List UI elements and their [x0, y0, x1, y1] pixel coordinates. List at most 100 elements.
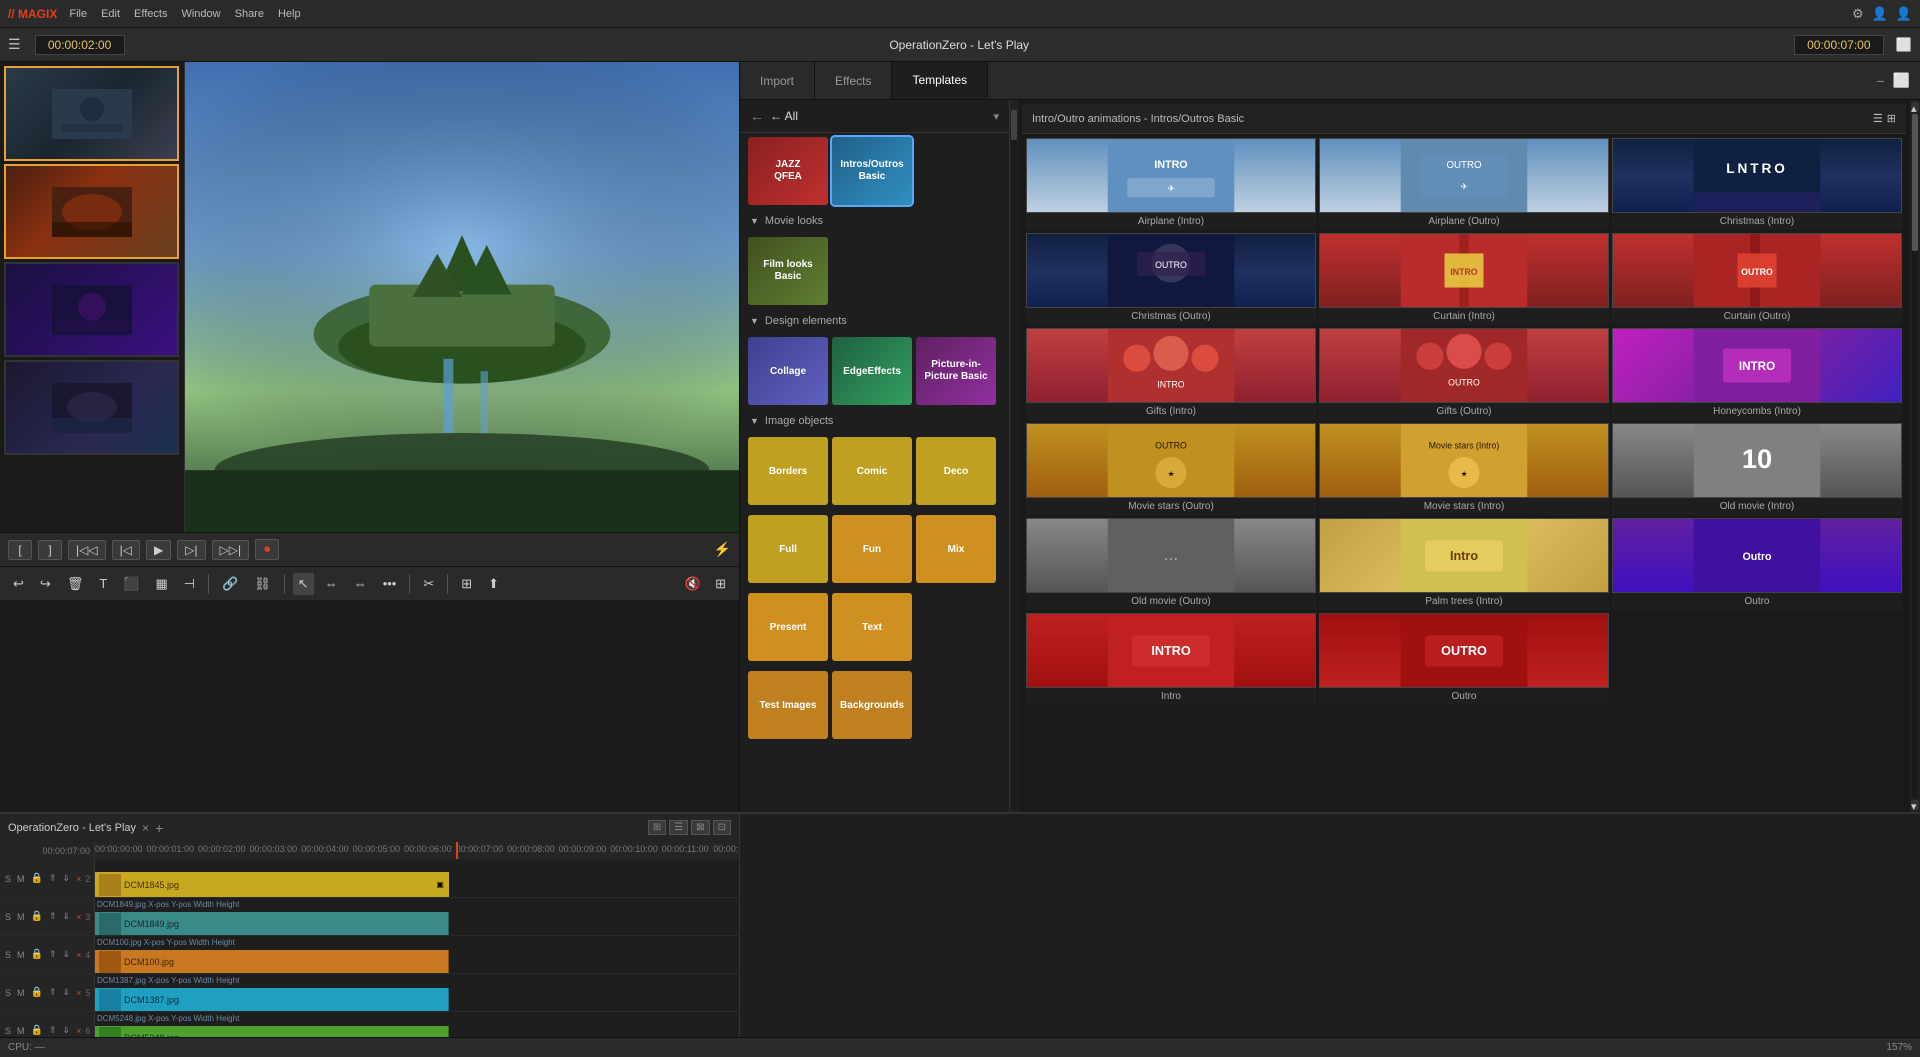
menu-edit[interactable]: Edit — [101, 8, 120, 20]
track-3-m-btn[interactable]: M — [15, 949, 27, 961]
tl-view-btn-2[interactable]: ☰ — [669, 820, 688, 835]
templates-scrollbar[interactable]: ▴ ▾ — [1910, 100, 1920, 812]
tl-view-btn-1[interactable]: ⊞ — [648, 820, 666, 835]
menu-window[interactable]: Window — [181, 8, 220, 20]
tool-split[interactable]: ⬛ — [118, 573, 144, 595]
tool-mute[interactable]: 🔇 — [680, 573, 706, 595]
thumb-4[interactable] — [4, 360, 179, 455]
minimize-btn[interactable]: ⚙ — [1852, 6, 1864, 22]
btn-bracket-open[interactable]: [ — [8, 540, 32, 560]
timecode-right[interactable]: 00:00:07:00 — [1794, 35, 1884, 55]
btn-prev-mark[interactable]: |◁ — [112, 540, 140, 560]
tool-redo[interactable]: ↪ — [35, 573, 56, 595]
account-icon[interactable]: 👤 — [1896, 6, 1912, 22]
lightning-btn[interactable]: ⚡ — [714, 541, 731, 558]
thumb-2[interactable] — [4, 164, 179, 259]
track-2-down-btn[interactable]: ⇓ — [61, 910, 73, 923]
timeline-close-btn[interactable]: × — [142, 821, 149, 835]
template-purple-outro[interactable]: Outro Outro — [1612, 518, 1902, 610]
track-3-down-btn[interactable]: ⇓ — [61, 948, 73, 961]
track-2-up-btn[interactable]: ⇑ — [47, 910, 59, 923]
track-1-lock-icon[interactable]: 🔒 — [29, 872, 45, 885]
tl-view-btn-3[interactable]: ⊠ — [691, 820, 709, 835]
tool-select[interactable]: ↖ — [293, 573, 314, 595]
tool-move[interactable]: ⇔ — [320, 573, 343, 594]
track-3-clip[interactable]: DCM100.jpg — [95, 950, 449, 973]
tab-effects[interactable]: Effects — [815, 62, 892, 99]
track-5-m-btn[interactable]: M — [15, 1025, 27, 1037]
thumb-1[interactable] — [4, 66, 179, 161]
tool-group[interactable]: ▦ — [150, 573, 172, 595]
panel-min-btn[interactable]: − — [1874, 71, 1886, 91]
track-1-s-btn[interactable]: S — [3, 873, 13, 885]
tab-import[interactable]: Import — [740, 62, 815, 99]
track-1-down-btn[interactable]: ⇓ — [61, 872, 73, 885]
template-palmtrees-intro[interactable]: Intro Palm trees (Intro) — [1319, 518, 1609, 610]
grid-tile-view[interactable]: ⊞ — [1887, 112, 1896, 125]
track-2-s-btn[interactable]: S — [3, 911, 13, 923]
btn-record[interactable]: ⏺ — [255, 539, 279, 560]
nav-tile-edge[interactable]: EdgeEffects — [832, 337, 912, 405]
template-oldmovie-outro[interactable]: ... Old movie (Outro) — [1026, 518, 1316, 610]
tool-undo[interactable]: ↩ — [8, 573, 29, 595]
track-1-close-btn[interactable]: × — [74, 873, 83, 885]
track-4-down-btn[interactable]: ⇓ — [61, 986, 73, 999]
tool-delete[interactable]: 🗑 — [62, 573, 89, 595]
panel-expand-btn[interactable]: ⬜ — [1891, 70, 1912, 91]
nav-tile-fun[interactable]: Fun — [832, 515, 912, 583]
track-3-s-btn[interactable]: S — [3, 949, 13, 961]
track-5-close-btn[interactable]: × — [74, 1025, 83, 1037]
track-3-up-btn[interactable]: ⇑ — [47, 948, 59, 961]
btn-next-mark[interactable]: ▷| — [177, 540, 205, 560]
timecode-left[interactable]: 00:00:02:00 — [35, 35, 125, 55]
scroll-up-btn[interactable]: ▴ — [1911, 102, 1919, 112]
template-gifts-outro[interactable]: OUTRO Gifts (Outro) — [1319, 328, 1609, 420]
nav-tile-jazz[interactable]: JAZZQFEA — [748, 137, 828, 205]
thumb-3[interactable] — [4, 262, 179, 357]
template-moviestars-outro[interactable]: OUTRO★ Movie stars (Outro) — [1026, 423, 1316, 515]
track-4-up-btn[interactable]: ⇑ — [47, 986, 59, 999]
expand-btn[interactable]: ⬜ — [1896, 37, 1912, 53]
track-1-up-btn[interactable]: ⇑ — [47, 872, 59, 885]
btn-to-start[interactable]: |◁◁ — [68, 540, 106, 560]
nav-tile-pip[interactable]: Picture-in-Picture Basic — [916, 337, 996, 405]
track-5-lock-icon[interactable]: 🔒 — [29, 1024, 45, 1037]
section-image-objects[interactable]: ▼ Image objects — [740, 409, 1009, 433]
dropdown-btn[interactable]: ▾ — [993, 110, 999, 123]
tool-unlink[interactable]: ⛓ — [249, 573, 276, 595]
template-oldmovie-intro[interactable]: 10 Old movie (Intro) — [1612, 423, 1902, 515]
template-red-outro[interactable]: OUTRO Outro — [1319, 613, 1609, 705]
track-1-clip[interactable]: DCM1845.jpg — [95, 872, 449, 897]
back-btn[interactable]: ← — [750, 108, 764, 124]
btn-play[interactable]: ▶ — [146, 540, 171, 560]
tool-link[interactable]: 🔗 — [217, 573, 243, 595]
nav-tile-text[interactable]: Text — [832, 593, 912, 661]
tool-trim[interactable]: ⊣ — [179, 573, 200, 595]
track-1-m-btn[interactable]: M — [15, 873, 27, 885]
template-red-intro[interactable]: INTRO Intro — [1026, 613, 1316, 705]
template-moviestars-intro[interactable]: Movie stars (Intro)★ Movie stars (Intro) — [1319, 423, 1609, 515]
tool-scissors[interactable]: ✂ — [418, 573, 439, 595]
nav-tile-comic[interactable]: Comic — [832, 437, 912, 505]
menu-help[interactable]: Help — [278, 8, 301, 20]
user-icon[interactable]: 👤 — [1872, 6, 1888, 22]
nav-tile-borders[interactable]: Borders — [748, 437, 828, 505]
menu-share[interactable]: Share — [235, 8, 264, 20]
nav-tile-present[interactable]: Present — [748, 593, 828, 661]
btn-to-end[interactable]: ▷▷| — [212, 540, 250, 560]
tool-zoom[interactable]: ⇔ — [349, 573, 372, 594]
btn-bracket-close[interactable]: ] — [38, 540, 62, 560]
track-5-up-btn[interactable]: ⇑ — [47, 1024, 59, 1037]
nav-tile-backgrounds[interactable]: Backgrounds — [832, 671, 912, 739]
tool-marker[interactable]: T — [94, 573, 112, 594]
tool-more[interactable]: ••• — [378, 573, 402, 594]
nav-scrollbar[interactable] — [1010, 100, 1018, 812]
template-curtain-outro[interactable]: OUTRO Curtain (Outro) — [1612, 233, 1902, 325]
template-christmas-outro[interactable]: OUTRO Christmas (Outro) — [1026, 233, 1316, 325]
tl-view-btn-4[interactable]: ⊡ — [713, 820, 731, 835]
track-5-s-btn[interactable]: S — [3, 1025, 13, 1037]
nav-tile-full[interactable]: Full — [748, 515, 828, 583]
track-2-clip[interactable]: DCM1849.jpg — [95, 912, 449, 935]
nav-tile-testimages[interactable]: Test Images — [748, 671, 828, 739]
track-3-lock-icon[interactable]: 🔒 — [29, 948, 45, 961]
